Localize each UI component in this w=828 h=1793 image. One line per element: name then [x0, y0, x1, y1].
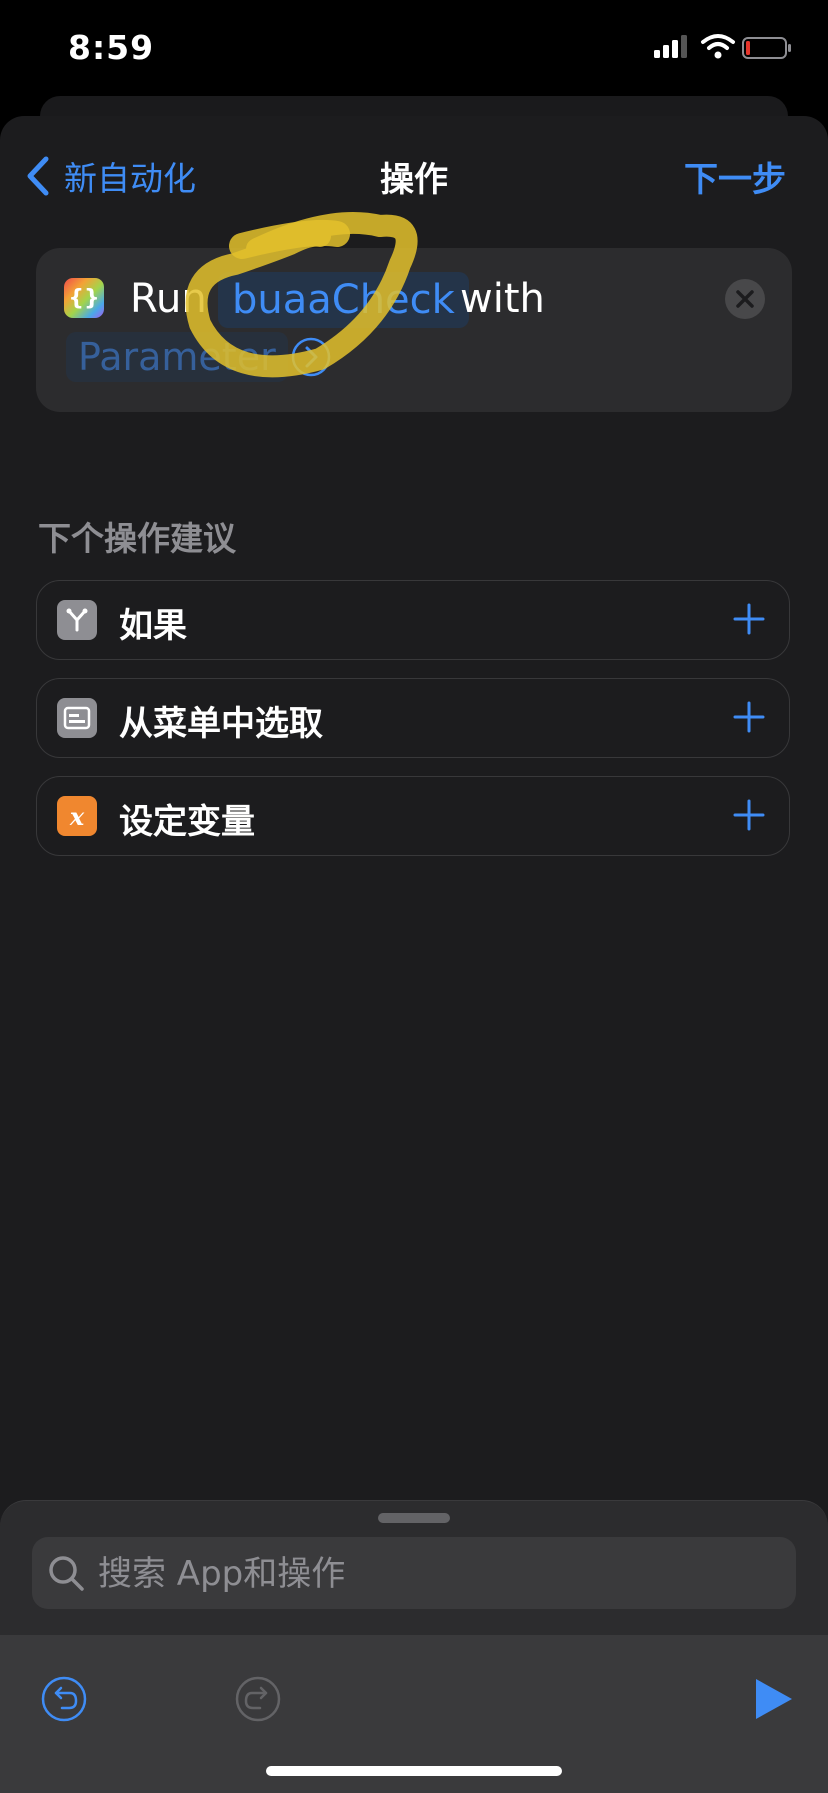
status-time: 8:59 [68, 28, 155, 67]
suggestion-label: 从菜单中选取 [119, 704, 323, 744]
grabber-handle[interactable] [378, 1513, 450, 1523]
battery-icon [742, 37, 791, 59]
suggestion-set-variable[interactable]: x 设定变量 [36, 776, 790, 856]
add-icon[interactable] [729, 697, 769, 737]
run-script-action-card: {} Run buaaCheck with Parameter [36, 248, 792, 412]
undo-icon[interactable] [40, 1675, 88, 1723]
cellular-signal-icon [654, 35, 687, 58]
with-label: with [460, 276, 545, 322]
suggestion-label: 如果 [119, 606, 187, 646]
next-button[interactable]: 下一步 [684, 152, 786, 201]
action-search-panel [0, 1500, 828, 1793]
suggestion-if[interactable]: 如果 [36, 580, 790, 660]
search-bar[interactable] [32, 1537, 796, 1611]
redo-icon[interactable] [234, 1675, 282, 1723]
search-icon [49, 1556, 84, 1591]
add-icon[interactable] [729, 599, 769, 639]
suggestion-choose-from-menu[interactable]: 从菜单中选取 [36, 678, 790, 758]
suggestion-label: 设定变量 [119, 802, 255, 842]
status-bar: 8:59 [0, 0, 828, 100]
suggestions-title: 下个操作建议 [38, 519, 236, 558]
clear-icon[interactable] [724, 278, 766, 320]
search-input[interactable] [96, 1537, 780, 1611]
run-label: Run [130, 276, 207, 322]
wifi-icon [701, 34, 735, 59]
variable-icon: x [57, 796, 97, 836]
scripting-icon: {} [64, 278, 104, 318]
parameter-token[interactable]: Parameter [66, 332, 288, 382]
chevron-right-circle-icon[interactable] [290, 336, 332, 378]
menu-icon [57, 698, 97, 738]
play-icon[interactable] [748, 1675, 796, 1723]
branch-icon [57, 600, 97, 640]
home-indicator [266, 1766, 562, 1776]
add-icon[interactable] [729, 795, 769, 835]
shortcut-token[interactable]: buaaCheck [218, 272, 469, 328]
